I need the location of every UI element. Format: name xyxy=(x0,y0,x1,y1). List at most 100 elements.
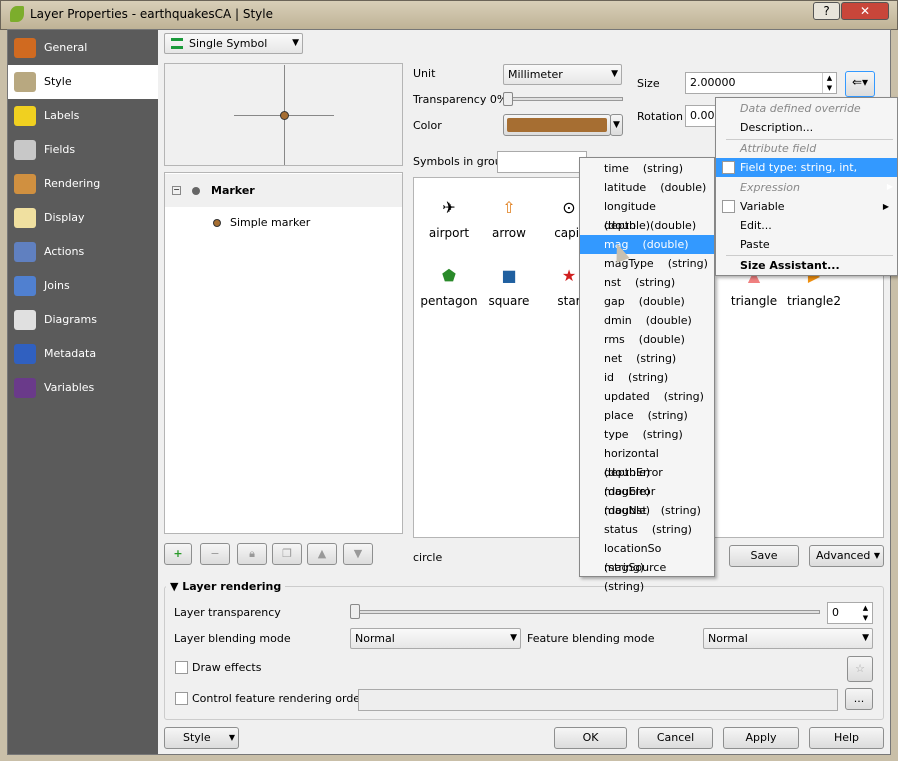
unit-select[interactable]: Millimeter ▼ xyxy=(503,64,622,85)
sidebar-item-label: Metadata xyxy=(44,347,97,360)
color-swatch xyxy=(507,118,607,132)
field-item-depthError[interactable]: depthError (double) xyxy=(580,463,714,498)
remove-layer-button[interactable]: − xyxy=(200,543,230,565)
field-item-mag[interactable]: mag (double) xyxy=(580,235,714,254)
data-defined-override-button[interactable]: ⇐▾ xyxy=(845,71,875,97)
field-item-latitude[interactable]: latitude (double) xyxy=(580,178,714,197)
layer-transparency-value: 0 xyxy=(832,606,839,619)
field-item-magSource[interactable]: magSource (string) xyxy=(580,558,714,593)
diagram-icon xyxy=(14,310,36,330)
paintbrush-icon xyxy=(14,72,36,92)
field-item-longitude[interactable]: longitude (double) xyxy=(580,197,714,232)
sidebar-item-metadata[interactable]: Metadata xyxy=(8,337,158,371)
field-item-id[interactable]: id (string) xyxy=(580,368,714,387)
spin-arrows-icon[interactable]: ▲ ▼ xyxy=(822,73,836,93)
move-down-button[interactable]: ▼ xyxy=(343,543,373,565)
style-menu-button[interactable]: Style ▼ xyxy=(164,727,239,749)
color-button[interactable] xyxy=(503,114,611,136)
menu-item-field-type[interactable]: Field type: string, int, double ▶ xyxy=(716,158,897,193)
field-item-depth[interactable]: depth (double) xyxy=(580,216,714,235)
sidebar-item-rendering[interactable]: Rendering xyxy=(8,167,158,201)
sidebar-item-joins[interactable]: Joins xyxy=(8,269,158,303)
field-item-updated[interactable]: updated (string) xyxy=(580,387,714,406)
airport-icon: ✈ xyxy=(442,198,456,217)
brush-icon xyxy=(14,174,36,194)
symbol-label: arrow xyxy=(492,226,526,240)
duplicate-layer-button[interactable]: ❐ xyxy=(272,543,302,565)
transparency-slider-handle[interactable] xyxy=(503,92,513,106)
menu-item-description[interactable]: Description... xyxy=(716,118,897,137)
layer-transparency-spinbox[interactable]: 0 ▲ ▼ xyxy=(827,602,873,624)
field-item-type[interactable]: type (string) xyxy=(580,425,714,444)
symbol-arrow[interactable]: ⇧ arrow xyxy=(479,198,539,240)
field-item-magError[interactable]: magError (double) xyxy=(580,482,714,517)
field-item-magNst[interactable]: magNst (string) xyxy=(580,501,714,520)
save-symbol-button[interactable]: Save xyxy=(729,545,799,567)
field-name: horizontal xyxy=(604,447,659,460)
draw-effects-checkbox[interactable] xyxy=(175,661,188,674)
feature-blend-select[interactable]: Normal ▼ xyxy=(703,628,873,649)
apply-button[interactable]: Apply xyxy=(723,727,799,749)
sidebar-item-style[interactable]: Style xyxy=(8,65,158,99)
sidebar-item-diagrams[interactable]: Diagrams xyxy=(8,303,158,337)
layer-transparency-handle[interactable] xyxy=(350,604,360,619)
spin-arrows-icon[interactable]: ▲ ▼ xyxy=(859,603,872,623)
symbol-pentagon[interactable]: ⬟ pentagon xyxy=(419,266,479,308)
render-order-checkbox[interactable] xyxy=(175,692,188,705)
transparency-slider[interactable] xyxy=(503,97,623,101)
field-item-place[interactable]: place (string) xyxy=(580,406,714,425)
layer-blend-select[interactable]: Normal ▼ xyxy=(350,628,521,649)
color-menu-button[interactable]: ▼ xyxy=(610,114,623,136)
arrow-icon: ⇧ xyxy=(502,198,516,217)
field-item-magType[interactable]: magType (string) xyxy=(580,254,714,273)
render-order-button[interactable]: ... xyxy=(845,688,873,710)
menu-item-size-assistant[interactable]: Size Assistant... xyxy=(716,256,897,275)
field-item-locationSo[interactable]: locationSo (string) xyxy=(580,539,714,574)
sidebar-item-variables[interactable]: Variables xyxy=(8,371,158,405)
size-spinbox[interactable]: 2.00000 ▲ ▼ xyxy=(685,72,837,94)
field-item-dmin[interactable]: dmin (double) xyxy=(580,311,714,330)
move-up-button[interactable]: ▲ xyxy=(307,543,337,565)
menu-item-paste[interactable]: Paste xyxy=(716,235,897,254)
help-button[interactable]: ? xyxy=(813,2,840,20)
field-name: updated xyxy=(604,390,650,403)
lock-layer-button[interactable]: 🔒︎ xyxy=(237,543,267,565)
layer-transparency-slider[interactable] xyxy=(350,610,820,614)
field-name: time xyxy=(604,162,629,175)
field-item-net[interactable]: net (string) xyxy=(580,349,714,368)
field-item-gap[interactable]: gap (double) xyxy=(580,292,714,311)
symbol-airport[interactable]: ✈ airport xyxy=(419,198,479,240)
field-name: magType xyxy=(604,257,654,270)
renderer-select[interactable]: Single Symbol ▼ xyxy=(164,33,303,54)
field-item-horizontal[interactable]: horizontal (double) xyxy=(580,444,714,479)
field-name: magError xyxy=(604,485,656,498)
close-button[interactable]: ✕ xyxy=(841,2,889,20)
effects-star-button[interactable]: ☆ xyxy=(847,656,873,682)
sidebar-item-actions[interactable]: Actions xyxy=(8,235,158,269)
field-item-nst[interactable]: nst (string) xyxy=(580,273,714,292)
collapse-icon[interactable]: − xyxy=(172,186,181,195)
sidebar-item-display[interactable]: Display xyxy=(8,201,158,235)
sidebar: General Style Labels Fields Rendering Display… xyxy=(8,30,158,754)
field-type: (string) xyxy=(642,162,684,175)
field-type: (string) xyxy=(667,257,708,270)
field-item-time[interactable]: time (string) xyxy=(580,159,714,178)
sidebar-item-labels[interactable]: Labels xyxy=(8,99,158,133)
chevron-down-icon: ▼ xyxy=(611,69,618,79)
help-footer-button[interactable]: Help xyxy=(809,727,884,749)
add-layer-button[interactable]: + xyxy=(164,543,192,565)
layer-rendering-header[interactable]: ▼ Layer rendering xyxy=(166,580,286,593)
tree-row-marker[interactable]: − Marker xyxy=(165,174,402,207)
symbols-group-select[interactable] xyxy=(497,151,587,173)
field-item-rms[interactable]: rms (double) xyxy=(580,330,714,349)
symbol-square[interactable]: ■ square xyxy=(479,266,539,308)
sidebar-item-general[interactable]: General xyxy=(8,31,158,65)
menu-item-variable[interactable]: Variable ▶ xyxy=(716,197,897,216)
menu-item-edit[interactable]: Edit... xyxy=(716,216,897,235)
cancel-button[interactable]: Cancel xyxy=(638,727,713,749)
field-item-status[interactable]: status (string) xyxy=(580,520,714,539)
sidebar-item-fields[interactable]: Fields xyxy=(8,133,158,167)
tree-row-simple-marker[interactable]: Simple marker xyxy=(165,211,402,237)
advanced-button[interactable]: Advanced ▼ xyxy=(809,545,884,567)
ok-button[interactable]: OK xyxy=(554,727,627,749)
